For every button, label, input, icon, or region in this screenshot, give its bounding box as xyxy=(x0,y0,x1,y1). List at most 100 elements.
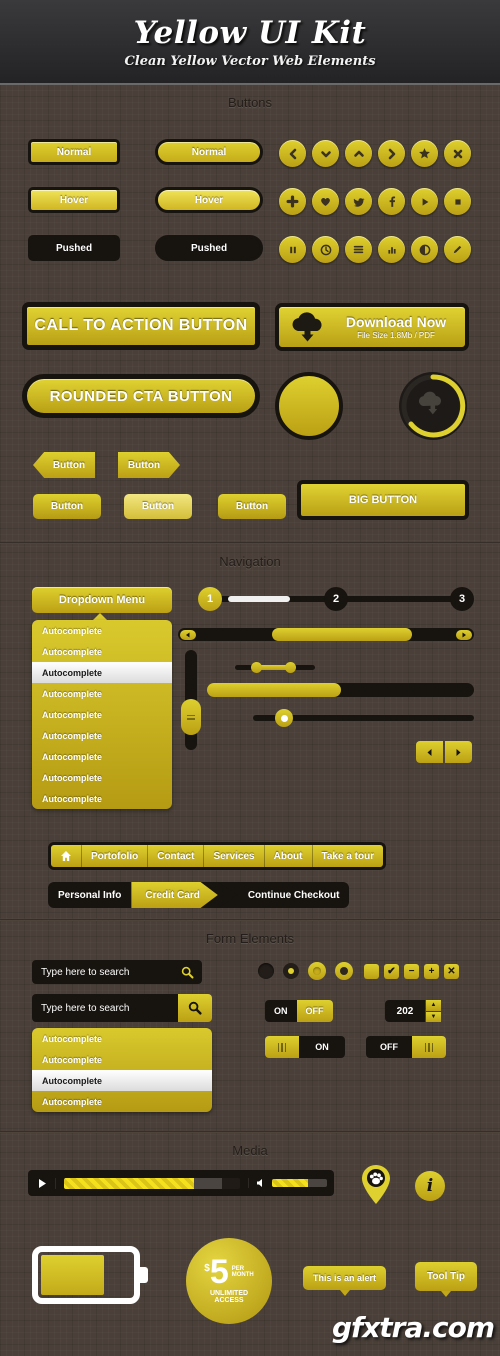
scrollbar-thumb[interactable] xyxy=(272,628,412,641)
button-pushed-square[interactable]: Pushed xyxy=(28,235,120,261)
icon-button-heart[interactable] xyxy=(312,188,339,215)
icon-button-stop[interactable] xyxy=(444,188,471,215)
call-to-action-button[interactable]: CALL TO ACTION BUTTON xyxy=(22,302,260,350)
big-button[interactable]: BIG BUTTON xyxy=(297,480,469,520)
autocomplete-nav-item[interactable]: Autocomplete xyxy=(32,662,172,683)
radio-selected-dark[interactable] xyxy=(283,963,299,979)
switch-grip-right[interactable] xyxy=(412,1036,446,1058)
vertical-slider-handle[interactable] xyxy=(181,699,201,735)
switch-off[interactable]: OFF xyxy=(366,1036,446,1058)
range-handle-min[interactable] xyxy=(251,662,262,673)
switch-label-on[interactable]: ON xyxy=(299,1036,345,1058)
search-input-1[interactable]: Type here to search xyxy=(32,960,202,984)
stepper-value[interactable]: 202 xyxy=(385,1000,425,1022)
icon-button-contrast[interactable] xyxy=(411,236,438,263)
download-button[interactable]: Download Now File Size 1.8Mb / PDF xyxy=(275,303,469,351)
circle-button-plain[interactable] xyxy=(275,372,343,440)
checkbox-checked[interactable]: ✔ xyxy=(384,963,399,979)
icon-button-chevron-right[interactable] xyxy=(378,140,405,167)
range-handle-max[interactable] xyxy=(285,662,296,673)
breadcrumb-step-1[interactable]: Personal Info xyxy=(48,882,131,908)
next-button[interactable] xyxy=(445,741,472,763)
scroll-right-button[interactable] xyxy=(456,629,472,640)
navbar-home-button[interactable] xyxy=(51,845,82,867)
number-stepper[interactable]: 202 ▲ ▼ xyxy=(385,1000,441,1022)
play-button[interactable] xyxy=(28,1177,56,1189)
button-normal-square[interactable]: Normal xyxy=(28,139,120,165)
rounded-cta-button[interactable]: ROUNDED CTA BUTTON xyxy=(22,374,260,418)
step-3[interactable]: 3 xyxy=(450,587,474,611)
checkbox-minus[interactable]: − xyxy=(404,963,419,979)
dropdown-menu[interactable]: Dropdown Menu xyxy=(32,587,172,613)
navbar-item[interactable]: Portofolio xyxy=(82,845,149,867)
breadcrumb-step-3[interactable]: Continue Checkout xyxy=(238,882,350,908)
search-button[interactable] xyxy=(178,994,212,1022)
volume-control[interactable] xyxy=(248,1178,334,1188)
search-input-2[interactable]: Type here to search xyxy=(32,994,212,1022)
icon-button-play[interactable] xyxy=(411,188,438,215)
circular-progress-download[interactable] xyxy=(399,372,467,440)
info-button[interactable]: i xyxy=(415,1171,445,1201)
tag-button-right[interactable]: Button xyxy=(118,452,180,478)
autocomplete-form-item[interactable]: Autocomplete xyxy=(32,1070,212,1091)
icon-button-menu[interactable] xyxy=(345,236,372,263)
autocomplete-nav-item[interactable]: Autocomplete xyxy=(32,704,172,725)
checkbox-cross[interactable]: ✕ xyxy=(444,963,459,979)
autocomplete-nav-item[interactable]: Autocomplete xyxy=(32,767,172,788)
switch-grip-left[interactable] xyxy=(265,1036,299,1058)
autocomplete-nav-item[interactable]: Autocomplete xyxy=(32,683,172,704)
prev-button[interactable] xyxy=(416,741,443,763)
navbar-item[interactable]: Services xyxy=(204,845,265,867)
button-pushed-rounded[interactable]: Pushed xyxy=(155,235,263,261)
media-player[interactable] xyxy=(28,1170,334,1196)
knob-slider-handle[interactable] xyxy=(275,709,293,727)
horizontal-scrollbar[interactable] xyxy=(178,628,474,641)
autocomplete-nav-item[interactable]: Autocomplete xyxy=(32,641,172,662)
icon-button-chart[interactable] xyxy=(378,236,405,263)
switch-on[interactable]: ON xyxy=(265,1036,345,1058)
icon-button-chevron-down[interactable] xyxy=(312,140,339,167)
autocomplete-form-item[interactable]: Autocomplete xyxy=(32,1091,212,1112)
autocomplete-nav-item[interactable]: Autocomplete xyxy=(32,725,172,746)
navbar-item[interactable]: About xyxy=(265,845,313,867)
navbar-item[interactable]: Take a tour xyxy=(313,845,384,867)
breadcrumb[interactable]: Personal Info Credit Card Continue Check… xyxy=(48,882,350,908)
icon-button-plus[interactable] xyxy=(279,188,306,215)
toggle-on-off[interactable]: ON OFF xyxy=(265,1000,333,1022)
checkbox-empty[interactable] xyxy=(364,963,379,979)
radio-ring-yellow[interactable] xyxy=(308,962,326,980)
switch-label-off[interactable]: OFF xyxy=(366,1036,412,1058)
navbar-item[interactable]: Contact xyxy=(148,845,205,867)
stepper-up-button[interactable]: ▲ xyxy=(426,1000,441,1011)
autocomplete-form-item[interactable]: Autocomplete xyxy=(32,1028,212,1049)
small-button-1[interactable]: Button xyxy=(33,494,101,519)
knob-slider[interactable] xyxy=(253,709,474,727)
main-navbar[interactable]: Portofolio Contact Services About Take a tou… xyxy=(48,842,387,870)
icon-button-close[interactable] xyxy=(444,140,471,167)
tag-button-left[interactable]: Button xyxy=(33,452,95,478)
search-icon[interactable] xyxy=(181,966,194,979)
icon-button-chevron-up[interactable] xyxy=(345,140,372,167)
autocomplete-list-form[interactable]: Autocomplete Autocomplete Autocomplete Auto… xyxy=(32,1028,212,1112)
small-button-3[interactable]: Button xyxy=(218,494,286,519)
autocomplete-nav-item[interactable]: Autocomplete xyxy=(32,620,172,641)
toggle-label-off[interactable]: OFF xyxy=(296,1000,333,1022)
toggle-label-on[interactable]: ON xyxy=(265,1000,297,1022)
icon-button-twitter[interactable] xyxy=(345,188,372,215)
button-hover-square[interactable]: Hover xyxy=(28,187,120,213)
checkbox-plus[interactable]: + xyxy=(424,963,439,979)
icon-button-star[interactable] xyxy=(411,140,438,167)
step-1[interactable]: 1 xyxy=(198,587,222,611)
button-hover-rounded[interactable]: Hover xyxy=(155,187,263,213)
map-pin[interactable] xyxy=(360,1164,392,1211)
scroll-left-button[interactable] xyxy=(180,629,196,640)
stepper-down-button[interactable]: ▼ xyxy=(426,1011,441,1022)
icon-button-chevron-left[interactable] xyxy=(279,140,306,167)
autocomplete-form-item[interactable]: Autocomplete xyxy=(32,1049,212,1070)
autocomplete-nav-item[interactable]: Autocomplete xyxy=(32,746,172,767)
icon-button-pause[interactable] xyxy=(279,236,306,263)
radio-unselected[interactable] xyxy=(258,963,274,979)
autocomplete-nav-item[interactable]: Autocomplete xyxy=(32,788,172,809)
radio-selected-yellow[interactable] xyxy=(335,962,353,980)
breadcrumb-step-2-active[interactable]: Credit Card xyxy=(131,882,218,908)
